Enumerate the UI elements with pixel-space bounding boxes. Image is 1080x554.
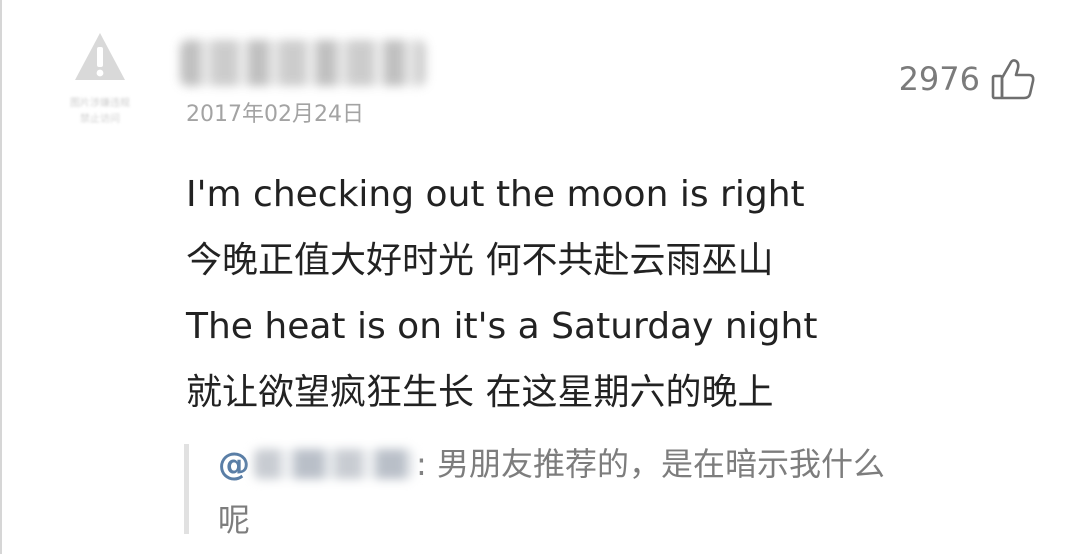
warning-icon <box>75 33 125 80</box>
comment-body: I'm checking out the moon is right 今晚正值大… <box>186 162 817 426</box>
reply-text: : 男朋友推荐的，是在暗示我什么 <box>416 445 885 483</box>
mention-username-blurred[interactable] <box>254 449 414 479</box>
left-edge-border <box>0 0 2 554</box>
like-count: 2976 <box>898 60 980 98</box>
avatar-caption-line: 图片涉嫌违规 <box>70 98 130 109</box>
reply-quote-bar <box>184 444 189 534</box>
username-blurred[interactable] <box>180 40 426 86</box>
comment-date: 2017年02月24日 <box>186 102 364 127</box>
avatar-caption: 图片涉嫌违规 禁止访问 <box>52 96 148 128</box>
thumbs-up-icon <box>991 59 1035 100</box>
comment-line: The heat is on it's a Saturday night <box>186 306 818 347</box>
like-button[interactable]: 2976 <box>899 56 1036 102</box>
avatar-caption-line: 禁止访问 <box>80 114 120 125</box>
reply-block[interactable]: @ : 男朋友推荐的，是在暗示我什么 呢 <box>218 436 998 548</box>
mention-at-sign[interactable]: @ <box>218 436 250 492</box>
comment-line: 就让欲望疯狂生长 在这星期六的晚上 <box>186 372 774 413</box>
comment-line: 今晚正值大好时光 何不共赴云雨巫山 <box>186 240 774 281</box>
reply-text-continued: 呢 <box>218 501 251 539</box>
reply-line-1: @ : 男朋友推荐的，是在暗示我什么 <box>218 436 998 492</box>
comment-line: I'm checking out the moon is right <box>186 174 805 215</box>
avatar[interactable]: 图片涉嫌违规 禁止访问 <box>52 30 148 140</box>
reply-line-2: 呢 <box>218 492 998 548</box>
